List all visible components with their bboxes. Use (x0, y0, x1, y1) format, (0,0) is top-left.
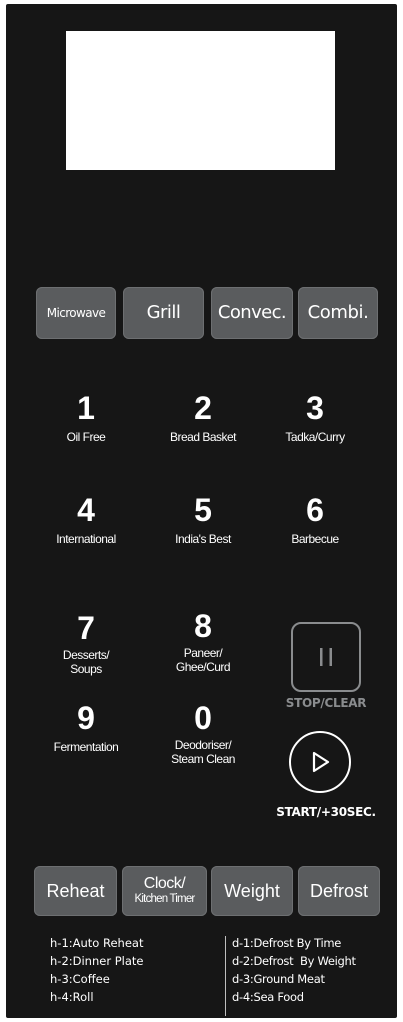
key-label: India's Best (175, 532, 231, 546)
key-9[interactable]: 9 Fermentation (36, 700, 136, 754)
key-number: 7 (77, 610, 95, 646)
list-item: d-1:Defrost By Time (232, 936, 342, 950)
start-button[interactable] (289, 731, 351, 793)
key-number: 8 (194, 608, 212, 644)
list-item: h-4:Roll (50, 990, 94, 1004)
list-item: d-3:Ground Meat (232, 972, 325, 986)
key-5[interactable]: 5 India's Best (153, 492, 253, 546)
clock-kitchen-timer-button[interactable]: Clock/ Kitchen Timer (122, 866, 207, 916)
list-item: h-2:Dinner Plate (50, 954, 144, 968)
key-3[interactable]: 3 Tadka/Curry (265, 390, 365, 444)
key-label: Barbecue (291, 532, 339, 546)
key-number: 9 (77, 700, 95, 736)
defrost-program-list: d-1:Defrost By Time d-2:Defrost By Weigh… (232, 934, 356, 1006)
key-number: 1 (77, 390, 95, 426)
key-number: 6 (306, 492, 324, 528)
reheat-program-list: h-1:Auto Reheat h-2:Dinner Plate h-3:Cof… (50, 934, 143, 1006)
defrost-button[interactable]: Defrost (298, 866, 380, 916)
key-label: Deodoriser/ Steam Clean (153, 738, 253, 766)
key-label-line: Deodoriser/ (174, 738, 232, 752)
key-4[interactable]: 4 International (36, 492, 136, 546)
combi-button[interactable]: Combi. (298, 287, 378, 339)
list-divider (225, 936, 226, 1016)
key-label-line: Steam Clean (171, 752, 235, 766)
key-label-line: Paneer/ (183, 646, 223, 660)
reheat-button[interactable]: Reheat (34, 866, 117, 916)
key-label: Desserts/ Soups (36, 648, 136, 676)
key-label: Fermentation (53, 740, 119, 754)
display-screen (66, 31, 335, 170)
key-label: Tadka/Curry (285, 430, 345, 444)
start-label: START/+30SEC. (276, 805, 376, 819)
key-8[interactable]: 8 Paneer/ Ghee/Curd (153, 608, 253, 674)
weight-button[interactable]: Weight (211, 866, 293, 916)
key-7[interactable]: 7 Desserts/ Soups (36, 610, 136, 676)
stop-clear-button[interactable] (291, 622, 361, 692)
key-0[interactable]: 0 Deodoriser/ Steam Clean (153, 700, 253, 766)
key-number: 2 (194, 390, 212, 426)
key-number: 0 (194, 700, 212, 736)
stop-clear-label: STOP/CLEAR (285, 696, 367, 710)
key-label-line: Soups (70, 662, 102, 676)
grill-button[interactable]: Grill (123, 287, 204, 339)
list-item: h-1:Auto Reheat (50, 936, 144, 950)
key-label: Bread Basket (169, 430, 237, 444)
key-number: 5 (194, 492, 212, 528)
kitchen-timer-label: Kitchen Timer (134, 893, 196, 906)
list-item: d-2:Defrost By Weight (232, 954, 356, 968)
list-item: d-4:Sea Food (232, 990, 304, 1004)
key-label: Oil Free (66, 430, 106, 444)
key-number: 3 (306, 390, 324, 426)
pause-icon (320, 648, 332, 666)
key-label-line: Desserts/ (62, 648, 110, 662)
list-item: h-3:Coffee (50, 972, 110, 986)
key-1[interactable]: 1 Oil Free (36, 390, 136, 444)
clock-label: Clock/ (143, 875, 186, 893)
key-2[interactable]: 2 Bread Basket (153, 390, 253, 444)
key-number: 4 (77, 492, 95, 528)
convec-button[interactable]: Convec. (211, 287, 293, 339)
play-icon (312, 751, 330, 773)
key-label: Paneer/ Ghee/Curd (153, 646, 253, 674)
key-label: International (56, 532, 116, 546)
microwave-button[interactable]: Microwave (36, 287, 116, 339)
key-label-line: Ghee/Curd (175, 660, 231, 674)
key-6[interactable]: 6 Barbecue (265, 492, 365, 546)
control-panel: Microwave Grill Convec. Combi. 1 Oil Fre… (6, 4, 397, 1018)
